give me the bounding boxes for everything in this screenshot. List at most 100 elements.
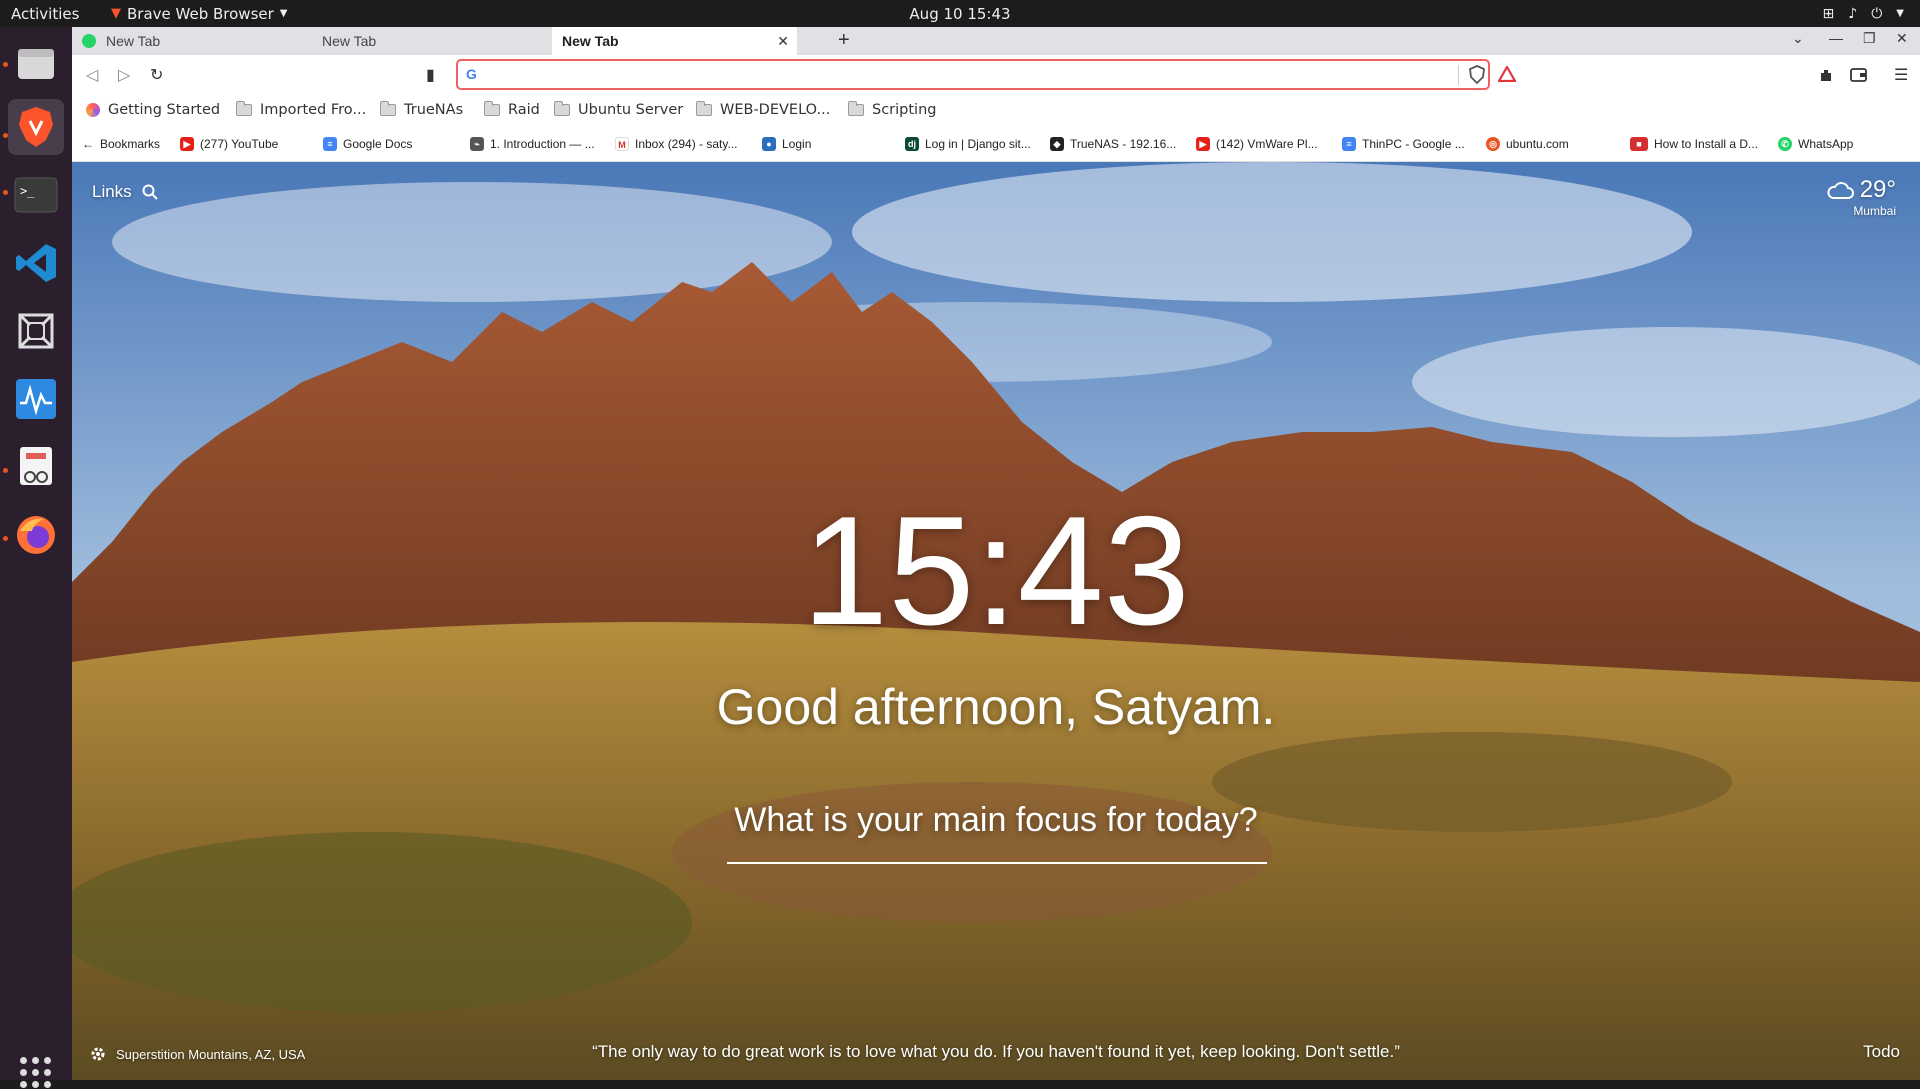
tab-strip: New Tab New Tab New Tab ✕ + ⌄ — ❐ ✕ bbox=[72, 27, 1920, 55]
bookmark-label: ThinPC - Google ... bbox=[1362, 137, 1465, 151]
dock-terminal[interactable]: >_ bbox=[8, 167, 64, 223]
caret-down-icon: ▼ bbox=[279, 8, 288, 19]
todo-button[interactable]: Todo bbox=[1863, 1042, 1900, 1062]
svg-text:>_: >_ bbox=[20, 184, 35, 198]
cloud-icon bbox=[1827, 182, 1854, 199]
dock-firefox[interactable] bbox=[8, 507, 64, 563]
reload-icon[interactable]: ↻ bbox=[150, 65, 163, 85]
tab-search-icon[interactable]: ⌄ bbox=[1792, 30, 1804, 47]
bookmark-label: Scripting bbox=[872, 102, 937, 118]
dock-brave[interactable] bbox=[8, 99, 64, 155]
new-tab-button[interactable]: + bbox=[838, 29, 850, 52]
bookmark-link[interactable]: ◎ ubuntu.com bbox=[1486, 137, 1569, 151]
weather-city: Mumbai bbox=[1853, 204, 1896, 218]
bookmark-folder[interactable]: TrueNAs bbox=[380, 101, 463, 118]
forward-icon[interactable]: ▷ bbox=[118, 65, 130, 85]
search-icon[interactable] bbox=[142, 184, 158, 200]
tab-title: New Tab bbox=[106, 33, 161, 49]
bookmark-link[interactable]: ▶ (277) YouTube bbox=[180, 137, 278, 151]
location-pin-icon: ● bbox=[762, 137, 776, 151]
links-button[interactable]: Links bbox=[92, 182, 158, 202]
brave-shields-icon[interactable] bbox=[1468, 65, 1486, 85]
files-icon bbox=[18, 49, 54, 79]
weather-temperature: 29° bbox=[1859, 176, 1896, 203]
bookmark-link[interactable]: ■ How to Install a D... bbox=[1630, 137, 1758, 151]
bookmark-link[interactable]: ⌁ 1. Introduction — ... bbox=[470, 137, 595, 151]
folder-icon bbox=[236, 101, 252, 116]
vscode-icon bbox=[16, 244, 56, 282]
bookmark-link[interactable]: ✆ WhatsApp bbox=[1778, 137, 1853, 151]
bookmark-link[interactable]: ● Login bbox=[762, 137, 811, 151]
bookmark-link[interactable]: ◆ TrueNAS - 192.16... bbox=[1050, 137, 1176, 151]
close-tab-icon[interactable]: ✕ bbox=[777, 33, 789, 50]
dock-system-monitor[interactable] bbox=[8, 371, 64, 427]
greeting: Good afternoon, Satyam. bbox=[716, 679, 1276, 735]
wallet-icon[interactable] bbox=[1850, 67, 1868, 83]
restore-icon[interactable]: ❐ bbox=[1863, 30, 1876, 47]
momentum-dashboard: Links 29° Mumbai 15:43 Good afternoon, S… bbox=[72, 162, 1920, 1080]
brave-rewards-icon[interactable] bbox=[1498, 66, 1516, 82]
divider bbox=[1458, 65, 1459, 85]
dock-files[interactable] bbox=[8, 35, 64, 91]
network-icon[interactable]: ⊞ bbox=[1823, 6, 1835, 22]
dock-document-viewer[interactable] bbox=[8, 439, 64, 495]
bookmark-link[interactable]: ≡ Google Docs bbox=[323, 137, 412, 151]
bookmark-label: (142) VmWare Pl... bbox=[1216, 137, 1318, 151]
truenas-icon: ◆ bbox=[1050, 137, 1064, 151]
volume-icon[interactable]: ♪ bbox=[1848, 6, 1857, 22]
ubuntu-icon: ◎ bbox=[1486, 137, 1500, 151]
extensions-icon[interactable] bbox=[1818, 67, 1834, 83]
dock-vscode[interactable] bbox=[8, 235, 64, 291]
bookmark-label: How to Install a D... bbox=[1654, 137, 1759, 151]
bookmarks-back[interactable]: ← Bookmarks bbox=[82, 137, 160, 151]
address-bar[interactable]: G bbox=[456, 59, 1516, 90]
youtube-icon: ▶ bbox=[1196, 137, 1210, 151]
dock-virt-manager[interactable] bbox=[8, 303, 64, 359]
brave-lion-icon: ▼ bbox=[111, 6, 121, 21]
top-bar-clock[interactable]: Aug 10 15:43 bbox=[0, 5, 1920, 23]
caret-down-icon[interactable]: ▼ bbox=[1896, 8, 1904, 19]
show-applications-button[interactable] bbox=[20, 1057, 52, 1089]
bookmark-link[interactable]: M Inbox (294) - saty... bbox=[615, 137, 738, 151]
address-input[interactable] bbox=[488, 64, 1438, 86]
youtube-icon: ▶ bbox=[180, 137, 194, 151]
tab[interactable]: New Tab bbox=[72, 27, 312, 55]
weather-widget[interactable]: 29° Mumbai bbox=[1826, 176, 1896, 218]
daily-quote: “The only way to do great work is to lov… bbox=[592, 1042, 1400, 1061]
getting-started-icon bbox=[86, 103, 100, 117]
folder-icon bbox=[554, 101, 570, 116]
bookmark-icon[interactable]: ▮ bbox=[426, 65, 435, 85]
bookmark-folder[interactable]: Ubuntu Server bbox=[554, 101, 683, 118]
document-viewer-icon bbox=[20, 447, 52, 485]
bookmark-link[interactable]: dj Log in | Django sit... bbox=[905, 137, 1031, 151]
bookmark-folder[interactable]: Scripting bbox=[848, 101, 937, 118]
app-menu[interactable]: ▼ Brave Web Browser ▼ bbox=[111, 5, 287, 23]
system-tray[interactable]: ⊞ ♪ ⏻ ▼ bbox=[1823, 6, 1904, 22]
bookmark-folder[interactable]: WEB-DEVELO... bbox=[696, 101, 830, 118]
brave-lion-icon bbox=[19, 107, 53, 147]
close-window-icon[interactable]: ✕ bbox=[1896, 30, 1908, 47]
app-menu-label: Brave Web Browser bbox=[127, 4, 274, 23]
power-icon[interactable]: ⏻ bbox=[1871, 6, 1882, 22]
bookmark-label: Getting Started bbox=[108, 102, 221, 118]
menu-icon[interactable]: ☰ bbox=[1894, 65, 1908, 85]
bookmark-folder[interactable]: Imported Fro... bbox=[236, 101, 366, 118]
google-docs-icon: ≡ bbox=[1342, 137, 1356, 151]
bookmark-link[interactable]: ≡ ThinPC - Google ... bbox=[1342, 137, 1465, 151]
bookmark-getting-started[interactable]: Getting Started bbox=[86, 102, 220, 118]
bookmark-link[interactable]: ▶ (142) VmWare Pl... bbox=[1196, 137, 1318, 151]
django-icon: dj bbox=[905, 137, 919, 151]
back-icon[interactable]: ◁ bbox=[86, 65, 98, 85]
bookmarks-extension-bar: ← Bookmarks ▶ (277) YouTube ≡ Google Doc… bbox=[72, 127, 1920, 162]
bookmark-folder[interactable]: Raid bbox=[484, 101, 540, 118]
firefox-icon bbox=[17, 516, 55, 554]
folder-icon bbox=[484, 101, 500, 116]
activities-button[interactable]: Activities bbox=[0, 5, 105, 23]
focus-input[interactable] bbox=[727, 826, 1267, 864]
tab-active[interactable]: New Tab ✕ bbox=[552, 27, 797, 55]
bookmark-label: WhatsApp bbox=[1798, 137, 1854, 151]
google-icon: G bbox=[466, 66, 477, 82]
tab[interactable]: New Tab bbox=[312, 27, 552, 55]
arrow-left-icon: ← bbox=[82, 137, 94, 151]
minimize-icon[interactable]: — bbox=[1829, 30, 1843, 46]
